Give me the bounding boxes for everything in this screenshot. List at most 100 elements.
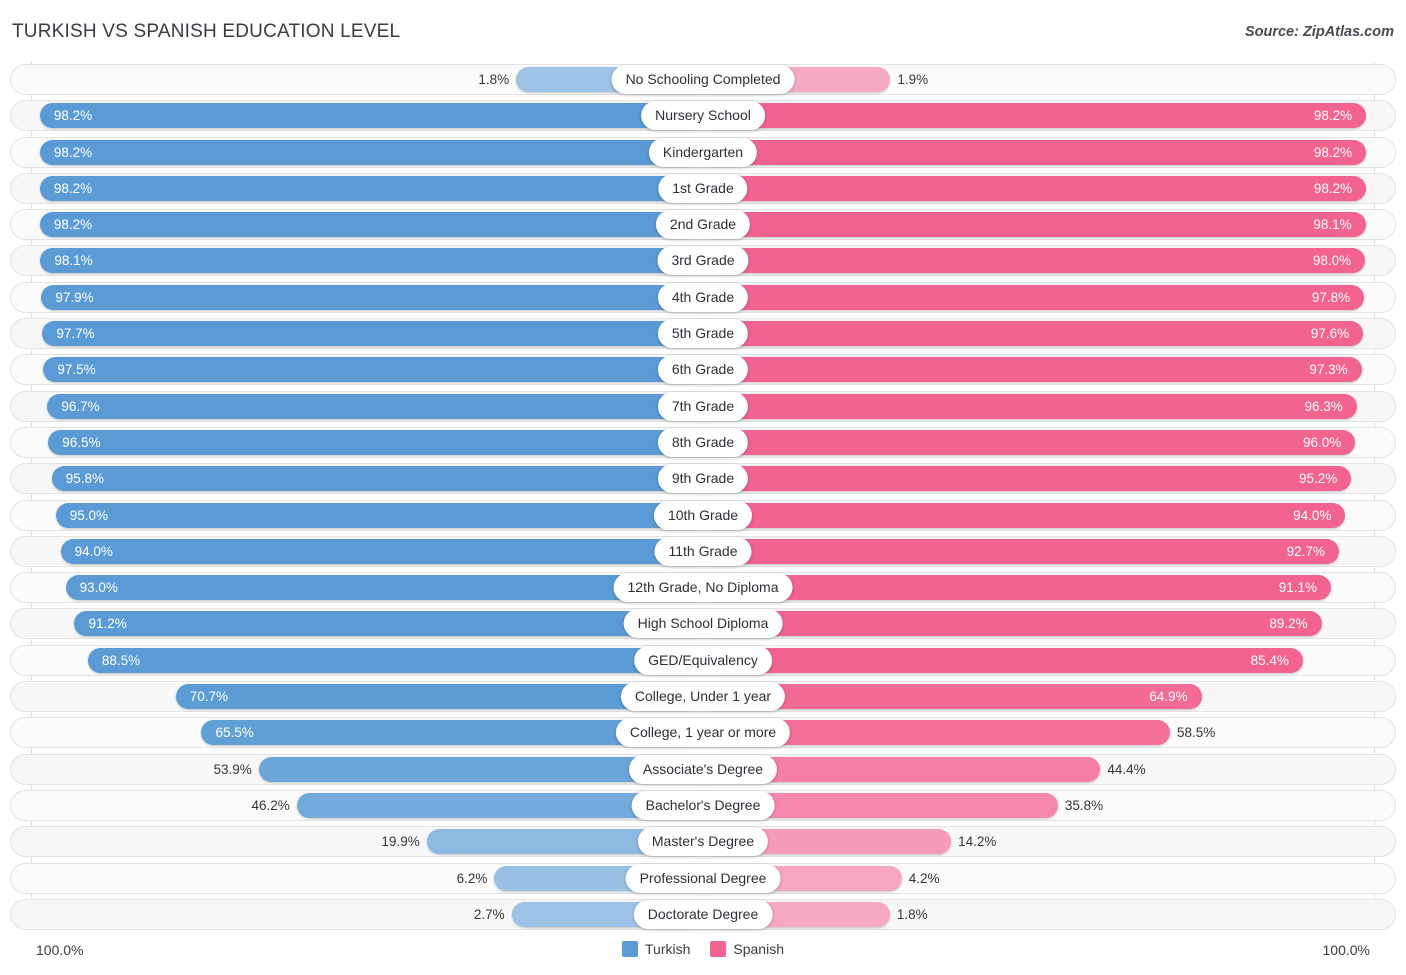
bar-spanish[interactable] — [703, 429, 1356, 455]
value-label-spanish: 4.2% — [908, 870, 940, 886]
chart-row: 91.2% 89.2% High School Diploma — [0, 606, 1406, 642]
chart-page: TURKISH VS SPANISH EDUCATION LEVEL Sourc… — [0, 0, 1406, 975]
bar-spanish[interactable] — [703, 393, 1357, 419]
bar-turkish[interactable] — [39, 212, 703, 238]
bar-turkish[interactable] — [41, 284, 703, 310]
bar-turkish[interactable] — [74, 611, 703, 637]
value-label-turkish: 70.7% — [189, 689, 229, 705]
chart-row: 98.1% 98.0% 3rd Grade — [0, 243, 1406, 279]
page-title: TURKISH VS SPANISH EDUCATION LEVEL — [12, 21, 401, 42]
bar-turkish[interactable] — [39, 175, 703, 201]
bar-turkish[interactable] — [60, 538, 703, 564]
bar-turkish[interactable] — [43, 357, 703, 383]
bar-spanish[interactable] — [703, 103, 1367, 129]
category-label[interactable]: 7th Grade — [657, 391, 749, 421]
bar-spanish[interactable] — [703, 284, 1365, 310]
value-label-spanish: 95.2% — [1299, 471, 1338, 487]
value-label-turkish: 98.2% — [53, 108, 93, 124]
value-label-turkish: 2.7% — [473, 906, 505, 922]
value-label-spanish: 97.3% — [1309, 362, 1348, 378]
category-label[interactable]: 10th Grade — [653, 500, 753, 530]
chart-row: 98.2% 98.1% 2nd Grade — [0, 207, 1406, 243]
bar-spanish[interactable] — [703, 139, 1367, 165]
category-label[interactable]: High School Diploma — [623, 609, 783, 639]
chart-row: 97.7% 97.6% 5th Grade — [0, 316, 1406, 352]
bar-spanish[interactable] — [703, 502, 1346, 528]
bar-turkish[interactable] — [55, 502, 703, 528]
chart-row: 53.9% 44.4% Associate's Degree — [0, 752, 1406, 788]
category-label[interactable]: 2nd Grade — [655, 210, 751, 240]
value-label-turkish: 88.5% — [101, 652, 141, 668]
legend-item[interactable]: Spanish — [710, 941, 784, 957]
value-label-spanish: 58.5% — [1176, 725, 1216, 741]
category-label[interactable]: 6th Grade — [657, 355, 749, 385]
category-label[interactable]: 8th Grade — [657, 427, 749, 457]
value-label-spanish: 98.0% — [1312, 253, 1352, 269]
bar-spanish[interactable] — [703, 357, 1362, 383]
bar-turkish[interactable] — [42, 321, 703, 347]
value-label-spanish: 97.8% — [1311, 289, 1351, 305]
value-label-spanish: 98.1% — [1313, 217, 1352, 233]
category-label[interactable]: Doctorate Degree — [633, 899, 773, 929]
bar-turkish[interactable] — [47, 393, 703, 419]
value-label-turkish: 98.1% — [54, 253, 93, 269]
category-label[interactable]: Kindergarten — [648, 137, 758, 167]
category-label[interactable]: College, Under 1 year — [620, 682, 786, 712]
value-label-turkish: 97.7% — [56, 326, 95, 342]
bar-turkish[interactable] — [65, 575, 703, 601]
category-label[interactable]: 12th Grade, No Diploma — [613, 573, 793, 603]
legend-item[interactable]: Turkish — [622, 941, 690, 957]
category-label[interactable]: 5th Grade — [657, 319, 749, 349]
category-label[interactable]: 9th Grade — [657, 464, 749, 494]
chart-row: 95.8% 95.2% 9th Grade — [0, 461, 1406, 497]
category-label[interactable]: Nursery School — [641, 101, 765, 131]
chart-row: 88.5% 85.4% GED/Equivalency — [0, 643, 1406, 679]
category-label[interactable]: Professional Degree — [625, 863, 781, 893]
category-label[interactable]: College, 1 year or more — [615, 718, 791, 748]
bar-turkish[interactable] — [48, 429, 703, 455]
bar-spanish[interactable] — [703, 175, 1367, 201]
bar-spanish[interactable] — [703, 611, 1322, 637]
bar-chart-plot-area: 1.8% 1.9% No Schooling Completed 98.2% 98.2%… — [0, 62, 1406, 934]
value-label-turkish: 94.0% — [74, 543, 113, 559]
chart-row: 98.2% 98.2% Nursery School — [0, 98, 1406, 134]
bar-spanish[interactable] — [703, 647, 1303, 673]
bar-spanish[interactable] — [703, 321, 1364, 347]
chart-row: 46.2% 35.8% Bachelor's Degree — [0, 788, 1406, 824]
category-label[interactable]: 3rd Grade — [657, 246, 749, 276]
legend-swatch-icon — [710, 941, 727, 957]
value-label-turkish: 98.2% — [53, 217, 93, 233]
bar-spanish[interactable] — [703, 575, 1332, 601]
value-label-spanish: 1.9% — [897, 72, 929, 87]
category-label[interactable]: Master's Degree — [637, 827, 769, 857]
category-label[interactable]: 1st Grade — [658, 173, 748, 203]
value-label-turkish: 53.9% — [213, 761, 252, 777]
bar-turkish[interactable] — [51, 466, 703, 492]
chart-footer: 100.0% 100.0% Turkish Spanish — [0, 934, 1406, 975]
category-label[interactable]: Associate's Degree — [628, 754, 778, 784]
category-label[interactable]: Bachelor's Degree — [631, 790, 775, 820]
category-label[interactable]: 11th Grade — [654, 536, 752, 566]
value-label-turkish: 93.0% — [79, 580, 118, 596]
legend-swatch-icon — [622, 941, 639, 957]
category-label[interactable]: GED/Equivalency — [634, 645, 772, 675]
bar-spanish[interactable] — [703, 538, 1339, 564]
bar-spanish[interactable] — [703, 466, 1352, 492]
value-label-turkish: 95.0% — [69, 507, 108, 523]
value-label-spanish: 97.6% — [1310, 326, 1350, 342]
value-label-turkish: 98.2% — [53, 144, 93, 160]
bar-turkish[interactable] — [39, 139, 703, 165]
bar-spanish[interactable] — [703, 212, 1366, 238]
bar-turkish[interactable] — [39, 103, 703, 129]
bar-turkish[interactable] — [40, 248, 703, 274]
category-label[interactable]: 4th Grade — [657, 282, 749, 312]
value-label-spanish: 94.0% — [1293, 507, 1332, 523]
category-label[interactable]: No Schooling Completed — [611, 65, 795, 94]
legend-label: Turkish — [645, 941, 691, 957]
chart-legend: Turkish Spanish — [622, 941, 784, 957]
value-label-turkish: 19.9% — [381, 834, 420, 850]
bar-spanish[interactable] — [703, 248, 1366, 274]
chart-row: 96.5% 96.0% 8th Grade — [0, 425, 1406, 461]
chart-row: 6.2% 4.2% Professional Degree — [0, 861, 1406, 897]
bar-turkish[interactable] — [87, 647, 703, 673]
